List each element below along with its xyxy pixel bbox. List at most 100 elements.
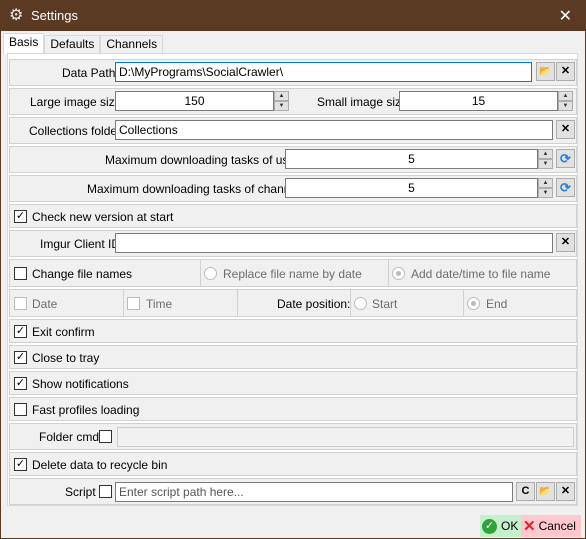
divider xyxy=(200,260,201,286)
spin-down-icon[interactable]: ▼ xyxy=(274,101,289,111)
exit-confirm-label: Exit confirm xyxy=(32,325,95,339)
recycle-bin-checkbox[interactable]: ✓ xyxy=(14,458,27,471)
date-position-end-label: End xyxy=(486,297,508,311)
date-position-end-radio[interactable] xyxy=(467,297,480,310)
collections-folder-input[interactable]: Collections xyxy=(115,120,553,140)
cancel-label: Cancel xyxy=(538,519,576,533)
add-date-time-radio[interactable] xyxy=(392,267,405,280)
divider xyxy=(123,290,124,316)
show-notifications-label: Show notifications xyxy=(32,377,129,391)
imgur-client-id-label: Imgur Client ID xyxy=(40,237,121,251)
clear-data-path-button[interactable]: ✕ xyxy=(556,62,575,81)
time-checkbox[interactable] xyxy=(127,297,140,310)
recycle-bin-label: Delete data to recycle bin xyxy=(32,458,168,472)
folder-cmd-row: Folder cmd xyxy=(9,423,577,450)
spin-down-icon[interactable]: ▼ xyxy=(538,159,553,169)
exit-confirm-row: ✓ Exit confirm xyxy=(9,319,577,343)
add-date-time-label: Add date/time to file name xyxy=(411,267,551,281)
folder-icon: 📂 xyxy=(539,486,552,497)
tab-basis[interactable]: Basis xyxy=(3,33,45,54)
max-tasks-channels-spinner[interactable]: ▲ ▼ xyxy=(538,178,553,198)
date-position-row: Date Time Date position: Start End xyxy=(9,289,577,317)
large-image-size-label: Large image size xyxy=(30,95,122,109)
browse-folder-button[interactable]: 📂 xyxy=(536,62,555,81)
max-tasks-users-spinner[interactable]: ▲ ▼ xyxy=(538,149,553,169)
replace-file-name-radio[interactable] xyxy=(204,267,217,280)
check-version-row: ✓ Check new version at start xyxy=(9,204,577,228)
basis-panel: Data Path D:\MyPrograms\SocialCrawler\ 📂… xyxy=(7,53,578,506)
script-row: Script Enter script path here... C 📂 ✕ xyxy=(9,478,577,505)
spin-down-icon[interactable]: ▼ xyxy=(558,101,573,111)
script-label: Script xyxy=(65,485,96,499)
date-checkbox[interactable] xyxy=(14,297,27,310)
refresh-channels-button[interactable]: ⟳ xyxy=(556,178,575,197)
cancel-button[interactable]: ✕ Cancel xyxy=(521,515,581,537)
max-tasks-channels-input[interactable]: 5 xyxy=(285,178,538,198)
divider xyxy=(463,290,464,316)
spin-down-icon[interactable]: ▼ xyxy=(538,188,553,198)
max-tasks-users-row: Maximum downloading tasks of users 5 ▲ ▼… xyxy=(9,146,577,173)
folder-cmd-label: Folder cmd xyxy=(39,430,100,444)
collections-folder-row: Collections folder Collections ✕ xyxy=(9,117,577,144)
file-names-row: Change file names Replace file name by d… xyxy=(9,259,577,287)
change-file-names-checkbox[interactable] xyxy=(14,267,27,280)
close-to-tray-row: ✓ Close to tray xyxy=(9,345,577,369)
dialog-client: Basis Defaults Channels Data Path D:\MyP… xyxy=(1,31,585,538)
folder-cmd-checkbox[interactable] xyxy=(99,430,112,443)
max-tasks-users-input[interactable]: 5 xyxy=(285,149,538,169)
ok-button[interactable]: ✓ OK xyxy=(480,515,521,537)
change-file-names-label: Change file names xyxy=(32,267,133,281)
tab-channels[interactable]: Channels xyxy=(100,35,164,54)
imgur-client-id-row: Imgur Client ID ✕ xyxy=(9,230,577,257)
clear-imgur-button[interactable]: ✕ xyxy=(556,233,575,252)
close-to-tray-label: Close to tray xyxy=(32,351,100,365)
date-position-start-label: Start xyxy=(372,297,398,311)
time-label: Time xyxy=(146,297,173,311)
exit-confirm-checkbox[interactable]: ✓ xyxy=(14,325,27,338)
script-placeholder: Enter script path here... xyxy=(119,485,244,499)
show-notifications-row: ✓ Show notifications xyxy=(9,371,577,395)
check-version-checkbox[interactable]: ✓ xyxy=(14,210,27,223)
check-circle-icon: ✓ xyxy=(482,518,497,534)
clear-icon: ✕ xyxy=(560,485,571,497)
large-image-size-spinner[interactable]: ▲ ▼ xyxy=(274,91,289,111)
script-c-button[interactable]: C xyxy=(516,482,535,501)
replace-file-name-label: Replace file name by date xyxy=(223,267,362,281)
fast-profiles-label: Fast profiles loading xyxy=(32,403,140,417)
data-path-row: Data Path D:\MyPrograms\SocialCrawler\ 📂… xyxy=(9,59,577,86)
clear-collections-button[interactable]: ✕ xyxy=(556,120,575,139)
refresh-users-button[interactable]: ⟳ xyxy=(556,149,575,168)
spin-up-icon[interactable]: ▲ xyxy=(538,178,553,188)
show-notifications-checkbox[interactable]: ✓ xyxy=(14,377,27,390)
date-position-start-radio[interactable] xyxy=(354,297,367,310)
browse-script-button[interactable]: 📂 xyxy=(536,482,555,501)
data-path-input[interactable]: D:\MyPrograms\SocialCrawler\ xyxy=(115,62,532,82)
large-image-size-input[interactable]: 150 xyxy=(115,91,274,111)
collections-folder-label: Collections folder xyxy=(29,124,122,138)
refresh-icon: ⟳ xyxy=(560,151,571,166)
imgur-client-id-input[interactable] xyxy=(115,233,553,253)
fast-profiles-checkbox[interactable] xyxy=(14,403,27,416)
date-label: Date xyxy=(32,297,58,311)
script-checkbox[interactable] xyxy=(99,485,112,498)
close-icon[interactable]: ✕ xyxy=(559,6,572,26)
window-title: Settings xyxy=(31,8,78,23)
small-image-size-label: Small image size xyxy=(317,95,408,109)
folder-cmd-input[interactable] xyxy=(117,427,574,447)
small-image-size-input[interactable]: 15 xyxy=(399,91,558,111)
spin-up-icon[interactable]: ▲ xyxy=(558,91,573,101)
divider xyxy=(237,290,238,316)
small-image-size-spinner[interactable]: ▲ ▼ xyxy=(558,91,573,111)
check-version-label: Check new version at start xyxy=(32,210,174,224)
tab-defaults[interactable]: Defaults xyxy=(44,35,101,54)
spin-up-icon[interactable]: ▲ xyxy=(274,91,289,101)
clear-icon: ✕ xyxy=(560,236,571,248)
clear-script-button[interactable]: ✕ xyxy=(556,482,575,501)
close-to-tray-checkbox[interactable]: ✓ xyxy=(14,351,27,364)
recycle-bin-row: ✓ Delete data to recycle bin xyxy=(9,452,577,476)
clear-icon: ✕ xyxy=(560,123,571,135)
script-path-input[interactable]: Enter script path here... xyxy=(115,482,513,502)
cancel-x-icon: ✕ xyxy=(523,517,536,535)
max-tasks-users-label: Maximum downloading tasks of users xyxy=(105,153,306,167)
spin-up-icon[interactable]: ▲ xyxy=(538,149,553,159)
